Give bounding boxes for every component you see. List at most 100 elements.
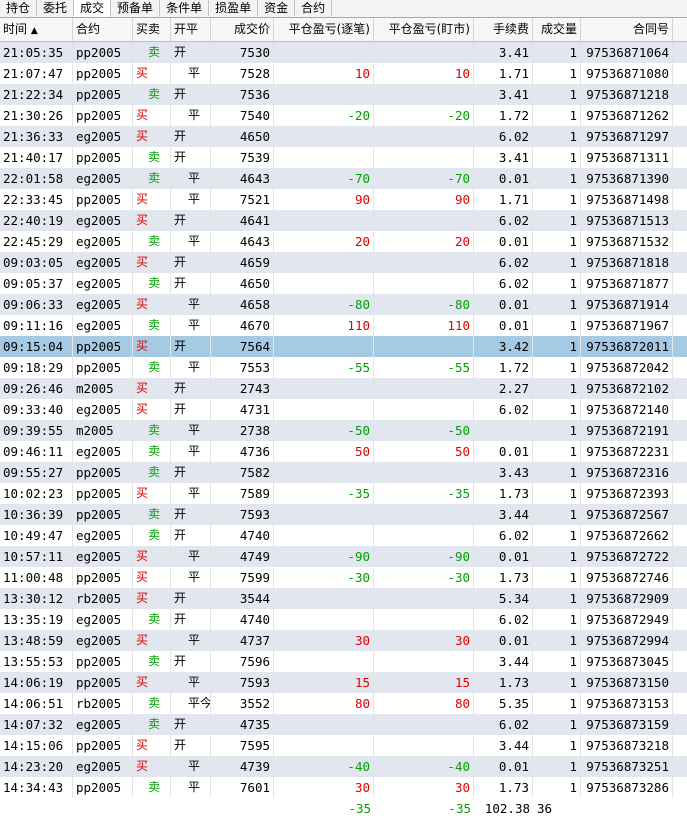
trade-row[interactable]: 22:01:58 eg2005 卖平 4643 -70 -70 0.01 1 975368713… xyxy=(0,168,687,189)
trade-side: 买 xyxy=(133,546,171,567)
trade-row[interactable]: 14:07:32 eg2005 卖开 4735 6.02 1 97536873159 xyxy=(0,714,687,735)
trade-row[interactable]: 09:06:33 eg2005 买平 4658 -80 -80 0.01 1 975368719… xyxy=(0,294,687,315)
trade-row[interactable]: 10:49:47 eg2005 卖开 4740 6.02 1 97536872662 xyxy=(0,525,687,546)
trade-row[interactable]: 10:02:23 pp2005 买平 7589 -35 -35 1.73 1 975368723… xyxy=(0,483,687,504)
trade-open-close: 开 xyxy=(171,336,211,357)
trade-side: 买 xyxy=(133,630,171,651)
trade-contract: pp2005 xyxy=(73,357,133,378)
trade-time: 10:57:11 xyxy=(0,546,73,567)
column-header-side[interactable]: 买卖 xyxy=(133,18,171,41)
trade-fee: 1.71 xyxy=(474,189,533,210)
trade-row[interactable]: 13:35:19 eg2005 卖开 4740 6.02 1 97536872949 xyxy=(0,609,687,630)
trade-contract: pp2005 xyxy=(73,336,133,357)
trade-row[interactable]: 22:45:29 eg2005 卖平 4643 20 20 0.01 1 97536871532 xyxy=(0,231,687,252)
tab-4[interactable]: 条件单 xyxy=(160,0,210,16)
trade-row[interactable]: 10:36:39 pp2005 卖开 7593 3.44 1 97536872567 xyxy=(0,504,687,525)
trade-row[interactable]: 09:05:37 eg2005 卖开 4650 6.02 1 97536871877 xyxy=(0,273,687,294)
trade-side: 卖 xyxy=(133,168,171,189)
trade-side: 卖 xyxy=(133,777,171,798)
trade-fee: 0.01 xyxy=(474,630,533,651)
trade-row[interactable]: 22:33:45 pp2005 买平 7521 90 90 1.71 1 97536871498 xyxy=(0,189,687,210)
trade-row[interactable]: 21:36:33 eg2005 买开 4650 6.02 1 97536871297 xyxy=(0,126,687,147)
column-time-label: 时间 xyxy=(3,22,28,36)
trade-price: 4749 xyxy=(211,546,274,567)
trade-pnl-mark: -80 xyxy=(374,294,474,315)
trade-contract-no: 97536872746 xyxy=(581,567,673,588)
trade-time: 22:45:29 xyxy=(0,231,73,252)
trade-row[interactable]: 09:15:04 pp2005 买开 7564 3.42 1 97536872011 xyxy=(0,336,687,357)
trade-time: 14:06:51 xyxy=(0,693,73,714)
tab-5[interactable]: 损盈单 xyxy=(209,0,259,16)
column-header-open-close[interactable]: 开平 xyxy=(171,18,211,41)
trade-row[interactable]: 21:40:17 pp2005 卖开 7539 3.41 1 97536871311 xyxy=(0,147,687,168)
trade-volume: 1 xyxy=(533,252,581,273)
trade-row[interactable]: 09:33:40 eg2005 买开 4731 6.02 1 97536872140 xyxy=(0,399,687,420)
trade-pnl-trade xyxy=(274,609,374,630)
trade-row[interactable]: 21:05:35 pp2005 卖开 7530 3.41 1 97536871064 xyxy=(0,42,687,63)
trade-row[interactable]: 14:23:20 eg2005 买平 4739 -40 -40 0.01 1 975368732… xyxy=(0,756,687,777)
trade-time: 22:33:45 xyxy=(0,189,73,210)
trade-row[interactable]: 09:11:16 eg2005 卖平 4670 110 110 0.01 1 975368719… xyxy=(0,315,687,336)
trade-open-close: 开 xyxy=(171,525,211,546)
tab-1[interactable]: 委托 xyxy=(37,0,75,16)
trade-fee: 1.73 xyxy=(474,672,533,693)
trade-row[interactable]: 09:03:05 eg2005 买开 4659 6.02 1 97536871818 xyxy=(0,252,687,273)
trade-price: 7593 xyxy=(211,504,274,525)
tab-7[interactable]: 合约 xyxy=(295,0,333,16)
column-header-time[interactable]: 时间 ▲ xyxy=(0,18,73,41)
column-header-contract-no[interactable]: 合同号 xyxy=(581,18,673,41)
trade-pnl-mark xyxy=(374,210,474,231)
trade-pnl-mark xyxy=(374,42,474,63)
trade-row[interactable]: 13:48:59 eg2005 买平 4737 30 30 0.01 1 97536872994 xyxy=(0,630,687,651)
column-header-pnl-trade[interactable]: 平仓盈亏(逐笔) xyxy=(274,18,374,41)
trade-pnl-trade: -40 xyxy=(274,756,374,777)
trade-contract: eg2005 xyxy=(73,168,133,189)
column-header-volume[interactable]: 成交量 xyxy=(533,18,581,41)
trade-row[interactable]: 21:07:47 pp2005 买平 7528 10 10 1.71 1 97536871080 xyxy=(0,63,687,84)
trade-row[interactable]: 09:46:11 eg2005 卖平 4736 50 50 0.01 1 97536872231 xyxy=(0,441,687,462)
trade-row[interactable]: 21:22:34 pp2005 卖开 7536 3.41 1 97536871218 xyxy=(0,84,687,105)
trade-contract: eg2005 xyxy=(73,525,133,546)
trade-pnl-mark xyxy=(374,609,474,630)
trade-contract: pp2005 xyxy=(73,42,133,63)
trade-open-close: 开 xyxy=(171,504,211,525)
trade-row[interactable]: 14:06:51 rb2005 卖平今 3552 80 80 5.35 1 9753687315… xyxy=(0,693,687,714)
trade-price: 7596 xyxy=(211,651,274,672)
trade-row[interactable]: 14:34:43 pp2005 卖平 7601 30 30 1.73 1 97536873286 xyxy=(0,777,687,798)
trade-row[interactable]: 11:00:48 pp2005 买平 7599 -30 -30 1.73 1 975368727… xyxy=(0,567,687,588)
trade-row[interactable]: 09:55:27 pp2005 卖开 7582 3.43 1 97536872316 xyxy=(0,462,687,483)
column-header-contract[interactable]: 合约 xyxy=(73,18,133,41)
trade-row[interactable]: 13:30:12 rb2005 买开 3544 5.34 1 97536872909 xyxy=(0,588,687,609)
trade-pnl-trade xyxy=(274,126,374,147)
trade-price: 2738 xyxy=(211,420,274,441)
trade-row[interactable]: 21:30:26 pp2005 买平 7540 -20 -20 1.72 1 975368712… xyxy=(0,105,687,126)
trade-row[interactable]: 13:55:53 pp2005 卖开 7596 3.44 1 97536873045 xyxy=(0,651,687,672)
trade-pnl-mark: 80 xyxy=(374,693,474,714)
tab-6[interactable]: 资金 xyxy=(258,0,296,16)
trade-side: 买 xyxy=(133,126,171,147)
trade-price: 7589 xyxy=(211,483,274,504)
trade-row[interactable]: 14:15:06 pp2005 买开 7595 3.44 1 97536873218 xyxy=(0,735,687,756)
trade-price: 4650 xyxy=(211,126,274,147)
trade-time: 21:40:17 xyxy=(0,147,73,168)
trade-row[interactable]: 10:57:11 eg2005 买平 4749 -90 -90 0.01 1 975368727… xyxy=(0,546,687,567)
trade-pnl-trade: -35 xyxy=(274,483,374,504)
trade-row[interactable]: 22:40:19 eg2005 买开 4641 6.02 1 97536871513 xyxy=(0,210,687,231)
column-header-price[interactable]: 成交价 xyxy=(211,18,274,41)
tab-3[interactable]: 预备单 xyxy=(111,0,161,16)
trade-row[interactable]: 14:06:19 pp2005 买平 7593 15 15 1.73 1 97536873150 xyxy=(0,672,687,693)
tab-0[interactable]: 持仓 xyxy=(0,0,38,16)
trade-fee: 3.43 xyxy=(474,462,533,483)
trade-pnl-trade: 30 xyxy=(274,630,374,651)
trade-pnl-trade: 110 xyxy=(274,315,374,336)
column-header-fee[interactable]: 手续费 xyxy=(474,18,533,41)
column-header-pnl-mark[interactable]: 平仓盈亏(盯市) xyxy=(374,18,474,41)
trade-row[interactable]: 09:18:29 pp2005 卖平 7553 -55 -55 1.72 1 975368720… xyxy=(0,357,687,378)
tab-2[interactable]: 成交 xyxy=(74,0,112,17)
trade-volume: 1 xyxy=(533,210,581,231)
trade-row[interactable]: 09:26:46 m2005 买开 2743 2.27 1 97536872102 xyxy=(0,378,687,399)
trade-price: 3544 xyxy=(211,588,274,609)
trade-time: 09:06:33 xyxy=(0,294,73,315)
trade-row[interactable]: 09:39:55 m2005 卖平 2738 -50 -50 1 97536872191 xyxy=(0,420,687,441)
totals-row: -35 -35 102.38 36 xyxy=(0,798,687,819)
